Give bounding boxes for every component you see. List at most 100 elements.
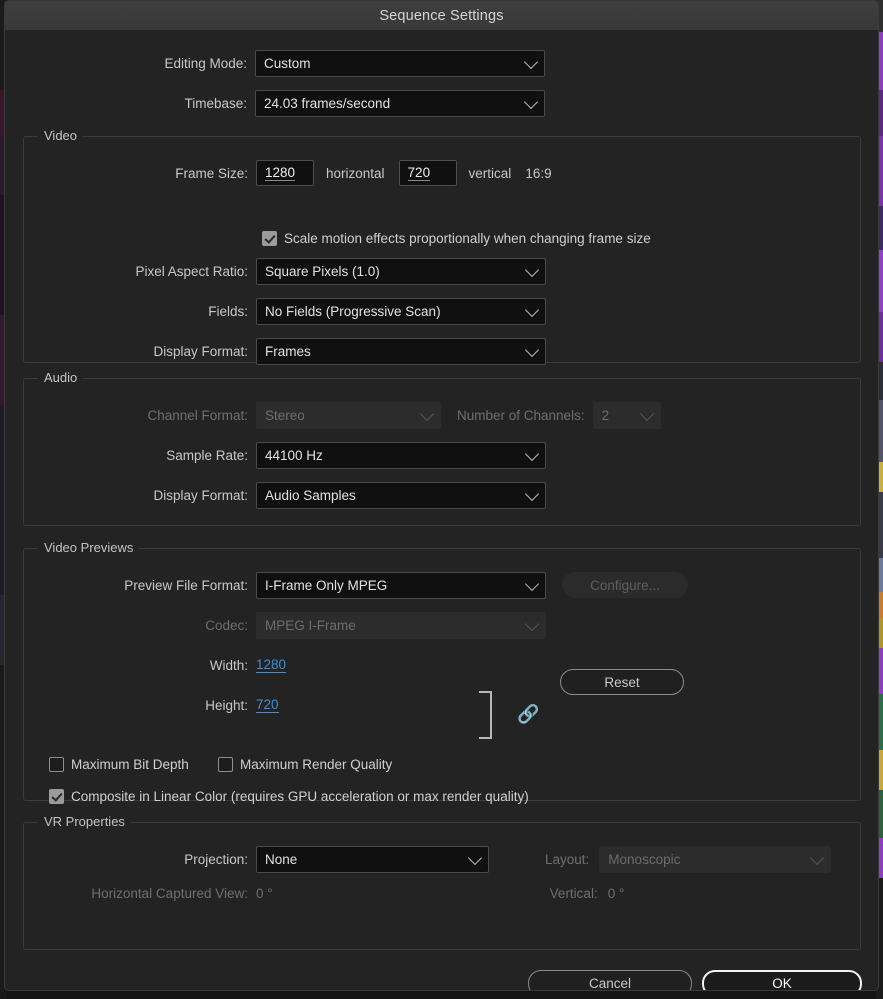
pixel-aspect-ratio-row: Pixel Aspect Ratio: Square Pixels (1.0) <box>6 257 566 285</box>
chevron-down-icon <box>524 262 540 278</box>
checkbox-checked-icon <box>49 789 64 804</box>
chevron-down-icon <box>524 302 540 318</box>
width-height-link-widget[interactable]: 🔗 <box>479 691 539 741</box>
pixel-aspect-ratio-select[interactable]: Square Pixels (1.0) <box>256 257 546 285</box>
frame-size-label: Frame Size: <box>175 165 248 181</box>
channel-format-select: Stereo <box>256 401 441 429</box>
composite-linear-color-label: Composite in Linear Color (requires GPU … <box>71 789 529 804</box>
fields-label: Fields: <box>208 303 248 319</box>
layout-label: Layout: <box>545 851 590 867</box>
checkbox-unchecked-icon <box>218 757 233 772</box>
chevron-down-icon <box>467 850 483 866</box>
dialog-title: Sequence Settings <box>379 7 504 24</box>
vertical-value: 0 ° <box>607 885 625 901</box>
preview-file-format-value: I-Frame Only MPEG <box>265 577 388 593</box>
projection-select[interactable]: None <box>256 845 489 873</box>
sample-rate-select[interactable]: 44100 Hz <box>256 441 546 469</box>
frame-size-row: Frame Size: 1280 horizontal 720 vertical… <box>6 159 646 187</box>
timebase-select[interactable]: 24.03 frames/second <box>255 89 545 117</box>
channel-format-label: Channel Format: <box>147 407 248 423</box>
frame-size-vertical-input[interactable]: 720 <box>398 160 457 186</box>
dialog-footer: Cancel OK <box>5 950 878 991</box>
editing-mode-label: Editing Mode: <box>164 55 247 71</box>
ok-button-label: OK <box>772 976 792 991</box>
aspect-ratio-value: 16:9 <box>525 165 552 181</box>
codec-row: Codec: MPEG I-Frame <box>6 611 566 639</box>
sample-rate-label: Sample Rate: <box>166 447 248 463</box>
audio-display-format-value: Audio Samples <box>265 487 356 503</box>
video-group-legend: Video <box>38 128 84 143</box>
scale-motion-effects-label: Scale motion effects proportionally when… <box>284 231 651 246</box>
sample-rate-value: 44100 Hz <box>265 447 323 463</box>
pixel-aspect-ratio-label: Pixel Aspect Ratio: <box>135 263 248 279</box>
captured-view-row: Horizontal Captured View: 0 ° Vertical: … <box>6 879 846 907</box>
editing-mode-row: Editing Mode: Custom <box>5 49 565 77</box>
chevron-down-icon <box>524 486 540 502</box>
editing-mode-select[interactable]: Custom <box>255 49 545 77</box>
chevron-down-icon <box>523 54 539 70</box>
audio-group-legend: Audio <box>38 370 84 385</box>
layout-value: Monoscopic <box>608 851 681 867</box>
chevron-down-icon <box>524 616 540 632</box>
maximum-render-quality-checkbox[interactable]: Maximum Render Quality <box>218 757 392 772</box>
pixel-aspect-ratio-value: Square Pixels (1.0) <box>265 263 380 279</box>
horizontal-captured-view-value: 0 ° <box>256 885 273 901</box>
audio-display-format-label: Display Format: <box>153 487 248 503</box>
chain-link-icon[interactable]: 🔗 <box>517 705 539 723</box>
preview-height-value[interactable]: 720 <box>256 697 279 713</box>
codec-value: MPEG I-Frame <box>265 617 356 633</box>
video-display-format-row: Display Format: Frames <box>6 337 566 365</box>
video-display-format-select[interactable]: Frames <box>256 337 546 365</box>
composite-linear-color-checkbox[interactable]: Composite in Linear Color (requires GPU … <box>49 789 529 804</box>
preview-file-format-row: Preview File Format: I-Frame Only MPEG C… <box>6 571 706 599</box>
audio-display-format-select[interactable]: Audio Samples <box>256 481 546 509</box>
number-of-channels-value: 2 <box>601 407 610 423</box>
video-display-format-value: Frames <box>265 343 311 359</box>
codec-label: Codec: <box>205 617 248 633</box>
maximum-bit-depth-checkbox[interactable]: Maximum Bit Depth <box>49 757 189 772</box>
frame-size-horizontal-value: 1280 <box>265 165 296 181</box>
configure-button-label: Configure... <box>590 577 660 593</box>
configure-button: Configure... <box>562 572 688 598</box>
ok-button[interactable]: OK <box>702 970 862 991</box>
sample-rate-row: Sample Rate: 44100 Hz <box>6 441 566 469</box>
maximum-render-quality-label: Maximum Render Quality <box>240 757 393 772</box>
fields-row: Fields: No Fields (Progressive Scan) <box>6 297 566 325</box>
editing-mode-value: Custom <box>264 55 311 71</box>
video-group: Video Frame Size: 1280 horizontal 720 ve… <box>23 128 861 365</box>
preview-width-label: Width: <box>209 657 248 673</box>
video-display-format-label: Display Format: <box>153 343 248 359</box>
fields-select[interactable]: No Fields (Progressive Scan) <box>256 297 546 325</box>
audio-display-format-row: Display Format: Audio Samples <box>6 481 566 509</box>
chevron-down-icon <box>524 576 540 592</box>
audio-group: Audio Channel Format: Stereo Number of C… <box>23 370 861 526</box>
frame-size-horizontal-input[interactable]: 1280 <box>256 160 314 186</box>
preview-width-row: Width: 1280 <box>6 651 406 679</box>
checkbox-unchecked-icon <box>49 757 64 772</box>
chevron-down-icon <box>523 94 539 110</box>
number-of-channels-select: 2 <box>592 401 661 429</box>
projection-row: Projection: None Layout: Monoscopic <box>6 845 846 873</box>
channel-format-value: Stereo <box>265 407 305 423</box>
cancel-button[interactable]: Cancel <box>528 970 692 990</box>
video-previews-group: Video Previews Preview File Format: I-Fr… <box>23 540 861 804</box>
codec-select: MPEG I-Frame <box>256 611 546 639</box>
preview-file-format-select[interactable]: I-Frame Only MPEG <box>256 571 546 599</box>
preview-width-value[interactable]: 1280 <box>256 657 287 673</box>
horizontal-captured-view-label: Horizontal Captured View: <box>91 885 248 901</box>
timebase-label: Timebase: <box>184 95 247 111</box>
channel-format-row: Channel Format: Stereo Number of Channel… <box>6 401 706 429</box>
projection-label: Projection: <box>184 851 248 867</box>
vr-properties-group: VR Properties Projection: None Layout: M… <box>23 814 861 950</box>
horizontal-label: horizontal <box>326 165 385 181</box>
vr-properties-group-legend: VR Properties <box>38 814 131 829</box>
dialog-body: Editing Mode: Custom Timebase: 24.03 fra… <box>5 31 878 990</box>
chevron-down-icon <box>810 850 825 866</box>
reset-button[interactable]: Reset <box>560 669 684 695</box>
scale-motion-effects-checkbox[interactable]: Scale motion effects proportionally when… <box>262 231 651 246</box>
dialog-titlebar: Sequence Settings <box>5 1 878 31</box>
number-of-channels-label: Number of Channels: <box>457 407 585 423</box>
vertical-label: vertical <box>468 165 512 181</box>
link-bracket-icon <box>479 691 492 739</box>
layout-select: Monoscopic <box>599 845 832 873</box>
